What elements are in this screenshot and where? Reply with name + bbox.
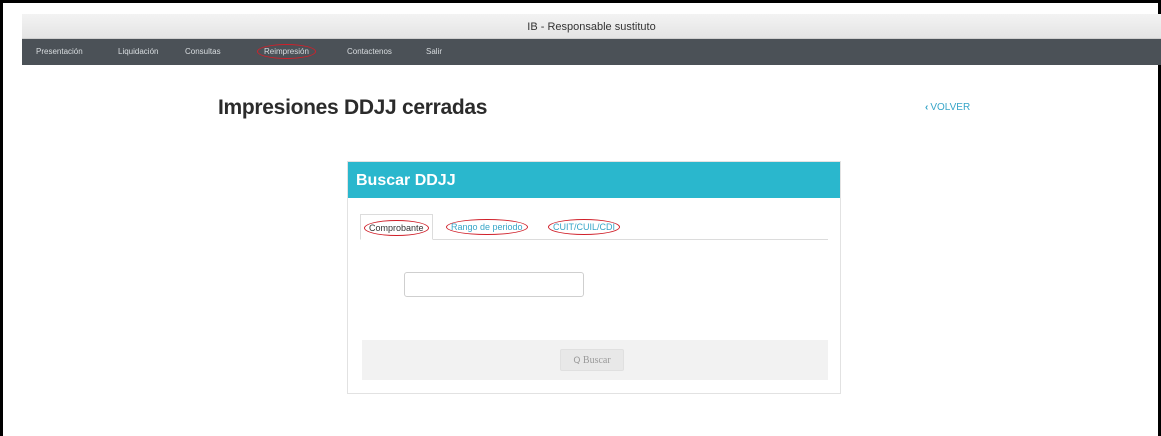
tab-cuit-label: CUIT/CUIL/CDI [548, 219, 621, 235]
card-footer: Q Buscar [362, 340, 828, 380]
search-button[interactable]: Q Buscar [560, 349, 624, 371]
page-title: Impresiones DDJJ cerradas [218, 96, 488, 119]
nav-item-reimpresion[interactable]: Reimpresión [257, 44, 316, 59]
nav-item-salir[interactable]: Salir [426, 47, 442, 56]
back-link[interactable]: ‹ VOLVER [925, 102, 970, 113]
tab-comprobante[interactable]: Comprobante [360, 214, 433, 240]
chevron-left-icon: ‹ [925, 102, 929, 113]
tab-comprobante-label: Comprobante [364, 220, 429, 236]
search-icon: Q [573, 356, 581, 366]
comprobante-input[interactable] [404, 272, 584, 297]
tab-rango-de-periodo[interactable]: Rango de periodo [446, 214, 528, 240]
nav-item-contactenos[interactable]: Contactenos [347, 47, 392, 56]
search-tabs: Comprobante Rango de periodo CUIT/CUIL/C… [360, 214, 828, 240]
window-title: IB - Responsable sustituto [527, 21, 656, 33]
window-titlebar: IB - Responsable sustituto [22, 14, 1161, 39]
nav-item-presentacion[interactable]: Presentación [36, 47, 83, 56]
search-button-label: Buscar [582, 355, 611, 366]
tab-rango-label: Rango de periodo [446, 219, 528, 235]
nav-item-consultas[interactable]: Consultas [185, 47, 221, 56]
tab-cuit-cuil-cdi[interactable]: CUIT/CUIL/CDI [548, 214, 621, 240]
card-title: Buscar DDJJ [348, 162, 840, 198]
search-card: Buscar DDJJ Comprobante Rango de periodo… [347, 161, 841, 394]
back-link-label: VOLVER [930, 102, 971, 113]
top-navbar: Presentación Liquidación Consultas Reimp… [22, 39, 1161, 65]
nav-item-liquidacion[interactable]: Liquidación [118, 47, 158, 56]
